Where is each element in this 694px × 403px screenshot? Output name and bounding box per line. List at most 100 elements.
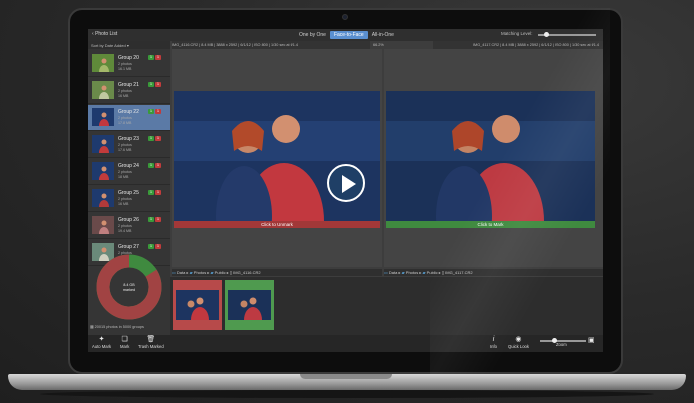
laptop-notch [300, 374, 392, 379]
path-segment[interactable]: Public [215, 270, 226, 275]
mark-toolbar-button[interactable]: ❏ Mark [120, 335, 129, 349]
group-size: 16.1 MB [118, 66, 132, 71]
group-photo-count: 2 photos [118, 89, 132, 93]
kept-count-badge: 1 [148, 217, 154, 222]
kept-count-badge: 1 [148, 82, 154, 87]
path-segment[interactable]: Photos [406, 270, 418, 275]
group-list-item[interactable]: Group 25 2 photos 16 MB 1 1 [88, 186, 170, 212]
right-path-bar: ▭ Data ▸ ▰ Photos ▸ ▰ Public ▸ ▯ IMG_411… [384, 269, 603, 276]
group-list-item[interactable]: Group 23 2 photos 17.6 MB 1 1 [88, 132, 170, 158]
group-thumbnail [92, 162, 114, 180]
quick-look-button[interactable]: ◉ Quick Look [508, 335, 529, 349]
group-list-item[interactable]: Group 24 2 photos 18 MB 1 1 [88, 159, 170, 185]
kept-count-badge: 1 [148, 136, 154, 141]
group-photo-count: 2 photos [118, 116, 132, 120]
info-icon: i [492, 336, 495, 343]
group-size: 19.4 MB [118, 228, 132, 233]
film-thumb-image [228, 290, 271, 320]
group-details: 2 photos 16.1 MB [118, 62, 132, 71]
path-segment[interactable]: IMG_4117.CR2 [445, 270, 473, 275]
group-photo-count: 2 photos [118, 224, 132, 228]
group-list-item[interactable]: Group 21 2 photos 16 MB 1 1 [88, 78, 170, 104]
path-segment[interactable]: Public [427, 270, 438, 275]
group-title: Group 20 [118, 55, 139, 61]
sort-label: Sort by Date Added [91, 43, 126, 48]
magic-wand-icon: ✦ [98, 336, 105, 343]
photo-stats: ▦ 20015 photos in 5000 groups [90, 324, 144, 329]
info-label: Info [490, 344, 497, 349]
group-thumbnail [92, 54, 114, 72]
group-list-item[interactable]: Group 22 2 photos 17.8 MB 1 1 [88, 105, 170, 131]
laptop-shadow [40, 390, 654, 398]
group-details: 2 photos 18 MB [118, 170, 132, 179]
sort-dropdown[interactable]: Sort by Date Added ▾ [88, 41, 170, 49]
kept-count-badge: 1 [148, 244, 154, 249]
group-title: Group 21 [118, 82, 139, 88]
film-thumb-kept[interactable] [225, 280, 274, 330]
right-photo[interactable] [386, 91, 595, 221]
marked-count-badge: 1 [155, 217, 161, 222]
group-title: Group 26 [118, 217, 139, 223]
group-size: 18 MB [118, 174, 129, 179]
back-label: Photo List [95, 31, 118, 37]
group-photo-count: 2 photos [118, 197, 132, 201]
path-segment[interactable]: IMG_4116.CR2 [233, 270, 261, 275]
info-button[interactable]: i Info [490, 335, 497, 349]
tab-face-to-face[interactable]: Face-to-Face [329, 31, 368, 39]
chevron-down-icon: ▾ [126, 43, 129, 48]
matching-level-label: Matching Level: [501, 31, 533, 36]
donut-label: 8.4 GB marked [112, 283, 146, 292]
group-list-item[interactable]: Group 26 2 photos 19.4 MB 1 1 [88, 213, 170, 239]
trash-marked-button[interactable]: 🗑 Trash Marked [138, 335, 164, 349]
eye-icon: ◉ [515, 336, 522, 343]
play-button[interactable] [327, 164, 365, 202]
zoom-label: Zoom [556, 342, 567, 347]
left-info-bar: IMG_4116.CR2 | 8.4 MB | 3888 x 2592 | 6/… [172, 41, 370, 49]
group-size: 17.8 MB [118, 120, 132, 125]
marked-count-badge: 1 [155, 82, 161, 87]
stats-text: 20015 photos in 5000 groups [94, 325, 144, 329]
photo-list-button[interactable]: ‹ Photo List [92, 31, 117, 37]
camera-icon [342, 14, 348, 20]
kept-count-badge: 1 [148, 109, 154, 114]
auto-mark-label: Auto Mark [92, 344, 112, 349]
group-photo-count: 2 photos [118, 143, 132, 147]
chevron-left-icon: ‹ [92, 31, 94, 37]
group-title: Group 27 [118, 244, 139, 250]
mark-label: Mark [120, 344, 130, 349]
group-title: Group 25 [118, 190, 139, 196]
group-title: Group 23 [118, 136, 139, 142]
app-screen: ‹ Photo List One by One Face-to-Face All… [88, 29, 603, 352]
matching-level-knob[interactable] [544, 32, 549, 37]
tab-one-by-one[interactable]: One by One [295, 31, 330, 39]
group-thumbnail [92, 108, 114, 126]
group-details: 2 photos 16 MB [118, 89, 132, 98]
group-details: 2 photos 19.4 MB [118, 224, 132, 233]
marked-count-badge: 1 [155, 109, 161, 114]
marked-count-badge: 1 [155, 163, 161, 168]
auto-mark-button[interactable]: ✦ Auto Mark [92, 335, 111, 349]
group-size: 16 MB [118, 93, 129, 98]
tab-all-in-one[interactable]: All-in-One [368, 31, 398, 39]
group-thumbnail [92, 189, 114, 207]
right-info-bar: IMG_4117.CR2 | 8.4 MB | 3888 x 2592 | 6/… [433, 41, 603, 49]
trash-icon: 🗑 [146, 336, 156, 343]
marked-count-badge: 1 [155, 244, 161, 249]
trash-marked-label: Trash Marked [138, 344, 164, 349]
fullscreen-icon[interactable]: ▣ [588, 336, 595, 345]
unmark-button[interactable]: Click to Unmark [174, 221, 380, 228]
quick-look-label: Quick Look [508, 344, 529, 349]
film-thumb-image [176, 290, 219, 320]
marked-count-badge: 1 [155, 190, 161, 195]
marked-count-badge: 1 [155, 55, 161, 60]
ratio-label: 66.2% [373, 43, 384, 47]
path-segment[interactable]: Photos [194, 270, 206, 275]
mark-icon: ❏ [121, 336, 128, 343]
film-thumb-marked[interactable] [173, 280, 222, 330]
group-title: Group 24 [118, 163, 139, 169]
marked-count-badge: 1 [155, 136, 161, 141]
group-size: 16 MB [118, 201, 129, 206]
group-details: 2 photos 17.8 MB [118, 116, 132, 125]
mark-button[interactable]: Click to Mark [386, 221, 595, 228]
group-list-item[interactable]: Group 20 2 photos 16.1 MB 1 1 [88, 51, 170, 77]
